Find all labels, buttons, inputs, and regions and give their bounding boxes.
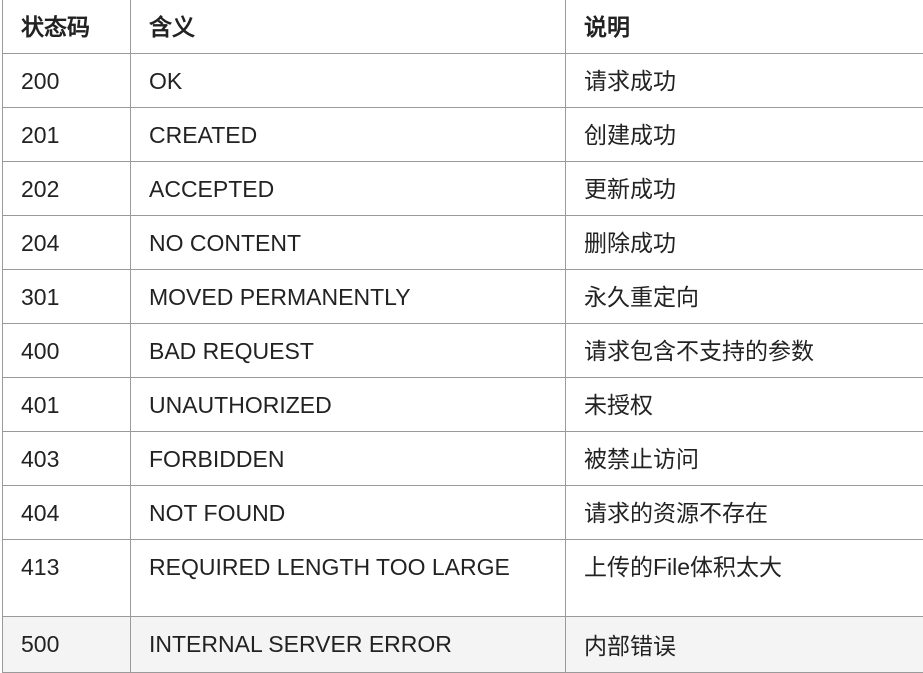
cell-description: 请求包含不支持的参数 [566, 324, 923, 378]
cell-meaning: INTERNAL SERVER ERROR [131, 617, 566, 673]
cell-meaning: FORBIDDEN [131, 432, 566, 486]
cell-code: 202 [3, 162, 131, 216]
cell-meaning: OK [131, 54, 566, 108]
cell-description: 删除成功 [566, 216, 923, 270]
cell-code: 413 [3, 540, 131, 617]
cell-code: 404 [3, 486, 131, 540]
cell-code: 200 [3, 54, 131, 108]
cell-meaning: NO CONTENT [131, 216, 566, 270]
cell-description: 请求的资源不存在 [566, 486, 923, 540]
cell-description: 永久重定向 [566, 270, 923, 324]
cell-meaning: ACCEPTED [131, 162, 566, 216]
cell-description: 内部错误 [566, 617, 923, 673]
table-row: 200OK请求成功 [3, 54, 923, 108]
cell-meaning: BAD REQUEST [131, 324, 566, 378]
table-row: 500INTERNAL SERVER ERROR内部错误 [3, 617, 923, 673]
cell-description: 请求成功 [566, 54, 923, 108]
status-code-table: 状态码 含义 说明 200OK请求成功201CREATED创建成功202ACCE… [2, 0, 923, 673]
cell-code: 204 [3, 216, 131, 270]
table-row: 401UNAUTHORIZED未授权 [3, 378, 923, 432]
cell-description: 未授权 [566, 378, 923, 432]
cell-code: 500 [3, 617, 131, 673]
table-row: 413REQUIRED LENGTH TOO LARGE上传的File体积太大 [3, 540, 923, 617]
table-row: 400BAD REQUEST请求包含不支持的参数 [3, 324, 923, 378]
table-row: 403FORBIDDEN被禁止访问 [3, 432, 923, 486]
cell-code: 400 [3, 324, 131, 378]
table-row: 301MOVED PERMANENTLY永久重定向 [3, 270, 923, 324]
header-row: 状态码 含义 说明 [3, 0, 923, 54]
header-status-code: 状态码 [3, 0, 131, 54]
cell-meaning: CREATED [131, 108, 566, 162]
header-meaning: 含义 [131, 0, 566, 54]
cell-meaning: NOT FOUND [131, 486, 566, 540]
table-row: 404NOT FOUND请求的资源不存在 [3, 486, 923, 540]
cell-meaning: MOVED PERMANENTLY [131, 270, 566, 324]
table-row: 204NO CONTENT删除成功 [3, 216, 923, 270]
cell-code: 401 [3, 378, 131, 432]
cell-meaning: UNAUTHORIZED [131, 378, 566, 432]
cell-code: 301 [3, 270, 131, 324]
cell-code: 201 [3, 108, 131, 162]
cell-meaning: REQUIRED LENGTH TOO LARGE [131, 540, 566, 617]
cell-description: 更新成功 [566, 162, 923, 216]
cell-code: 403 [3, 432, 131, 486]
cell-description: 上传的File体积太大 [566, 540, 923, 617]
header-description: 说明 [566, 0, 923, 54]
cell-description: 被禁止访问 [566, 432, 923, 486]
cell-description: 创建成功 [566, 108, 923, 162]
table-row: 202ACCEPTED更新成功 [3, 162, 923, 216]
table-row: 201CREATED创建成功 [3, 108, 923, 162]
